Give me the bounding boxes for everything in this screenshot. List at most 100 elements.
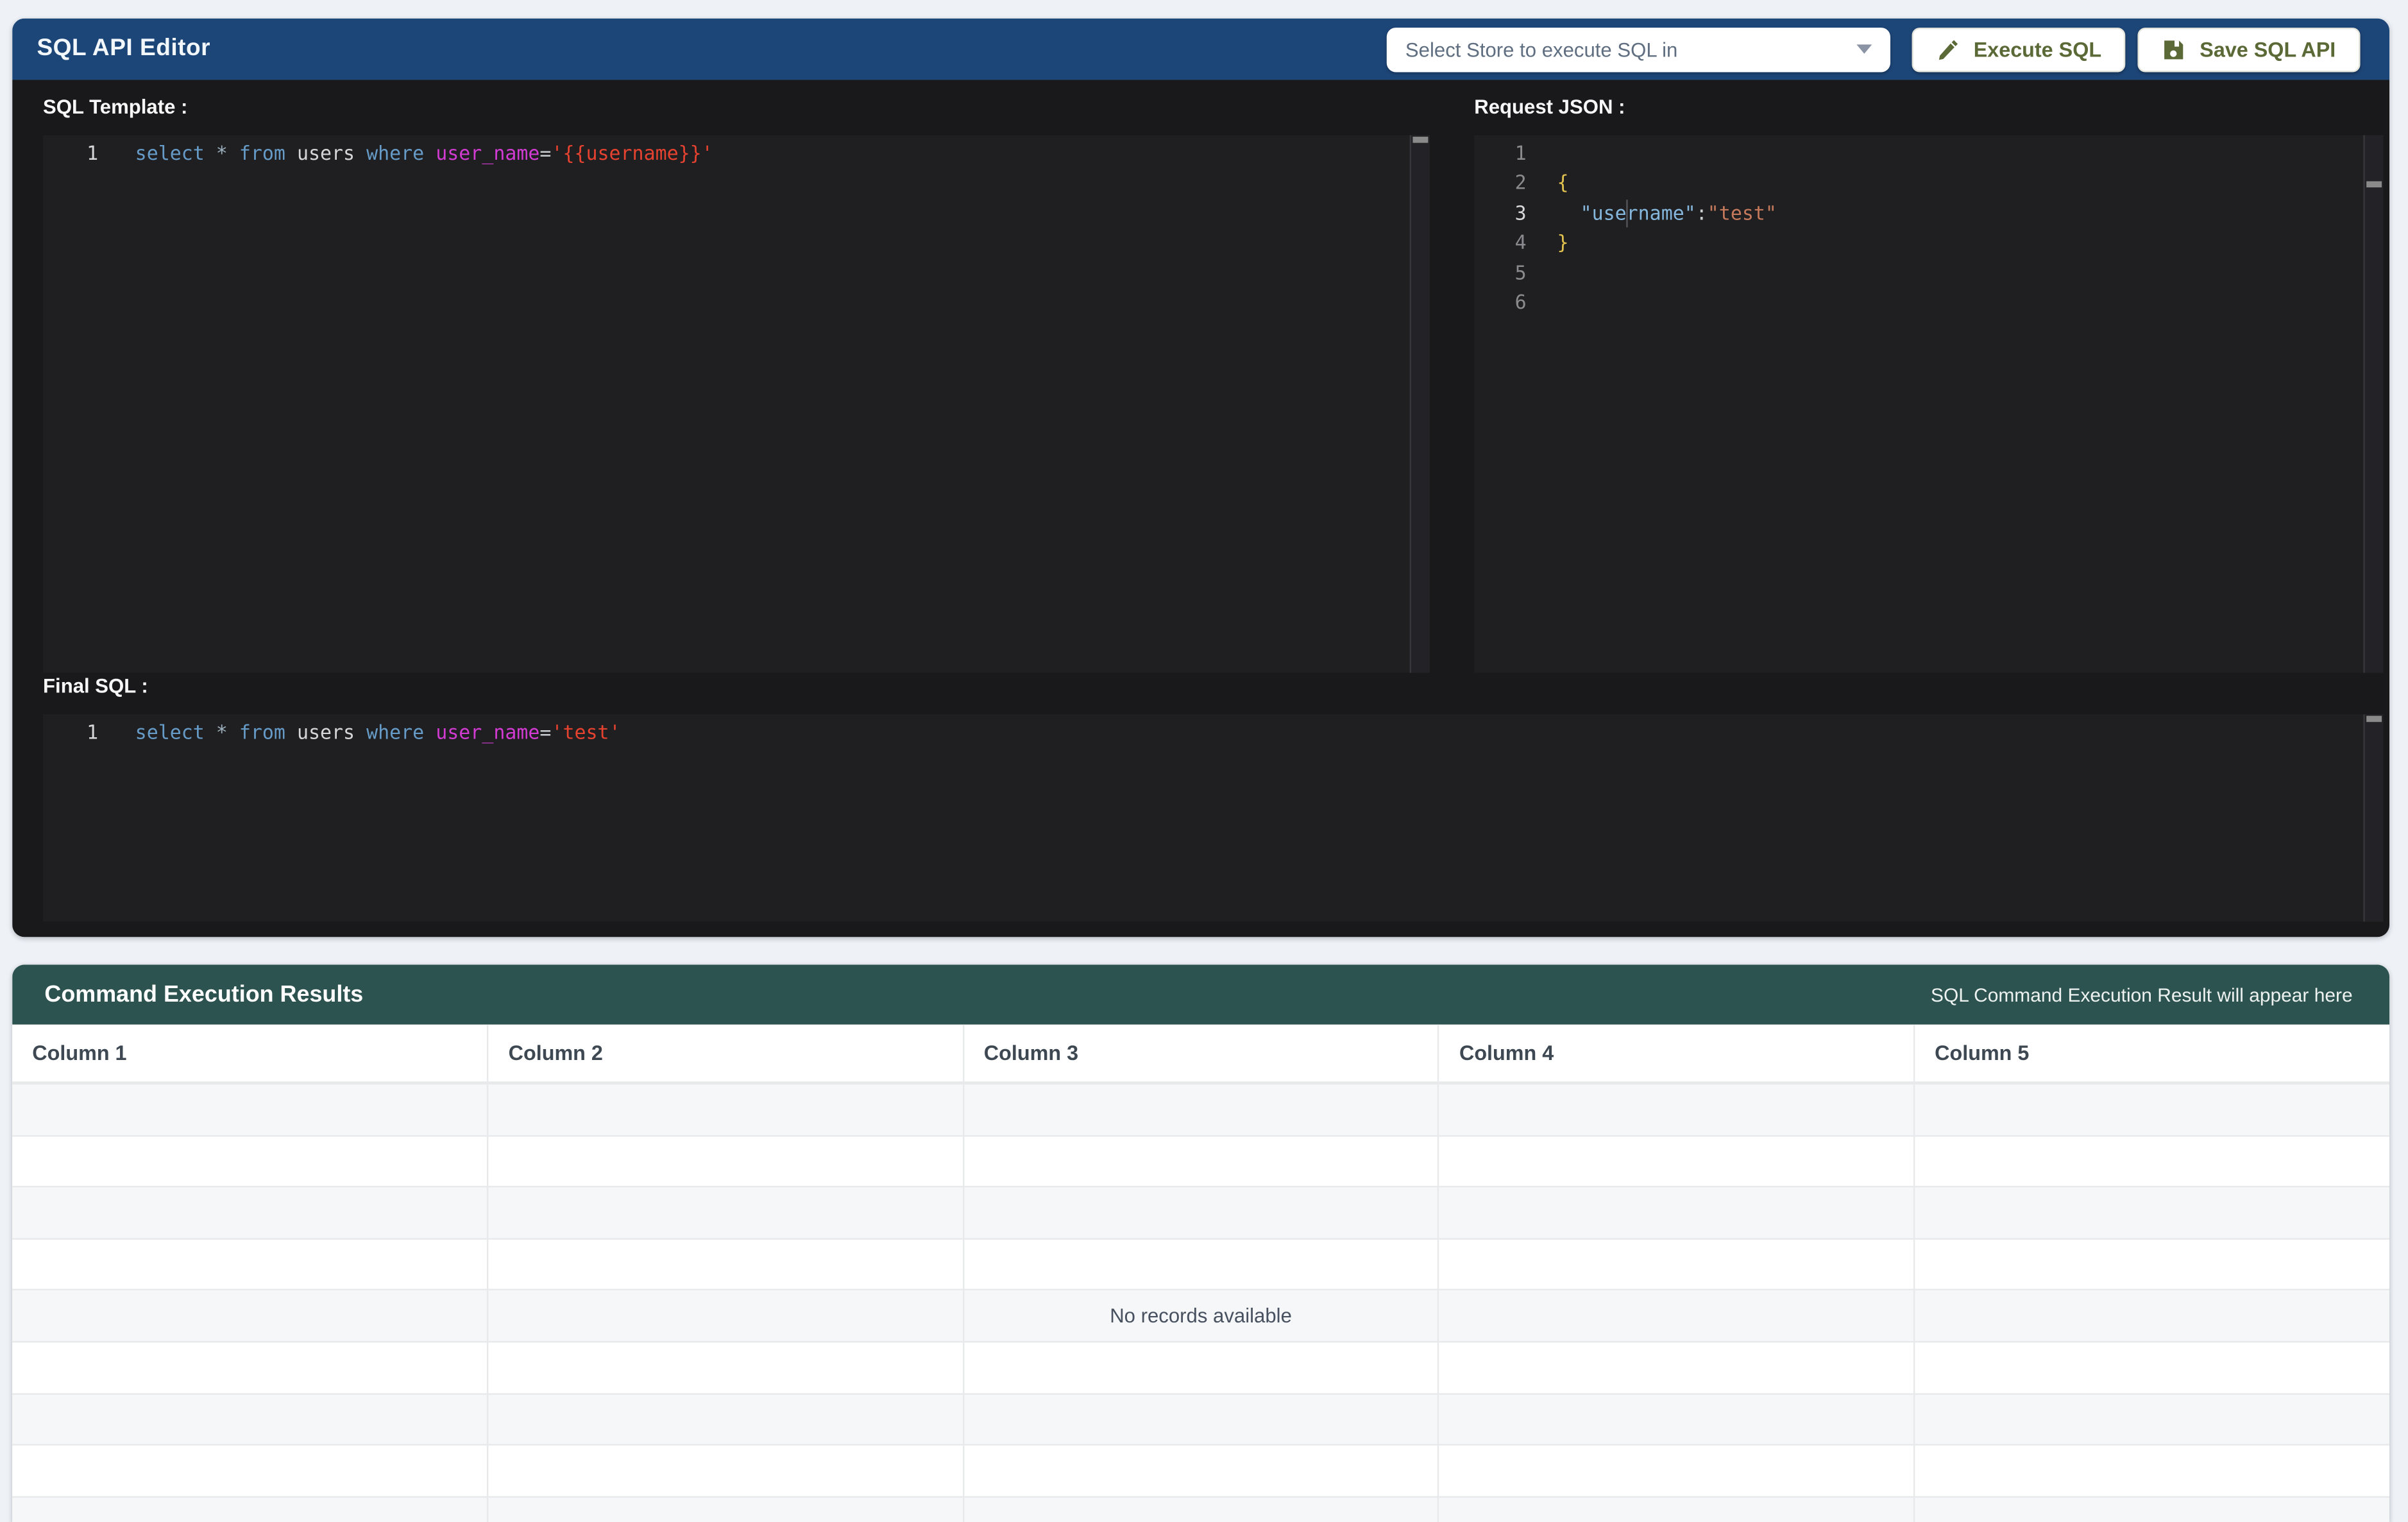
column-header: Column 4 — [1439, 1025, 1914, 1083]
request-json-label: Request JSON : — [1474, 97, 1625, 119]
table-cell — [963, 1187, 1438, 1238]
execute-sql-button[interactable]: Execute SQL — [1912, 27, 2126, 71]
table-cell — [963, 1083, 1438, 1136]
table-cell: No records available — [963, 1290, 1438, 1342]
results-header-row: Column 1Column 2Column 3Column 4Column 5 — [12, 1025, 2389, 1083]
line-number: 2 — [1474, 168, 1526, 198]
scrollbar-thumb[interactable] — [2366, 181, 2382, 187]
store-select-value: Select Store to execute SQL in — [1405, 38, 1845, 61]
table-cell — [1439, 1290, 1914, 1342]
save-sql-api-button[interactable]: Save SQL API — [2139, 27, 2361, 71]
column-header: Column 1 — [12, 1025, 488, 1083]
code-line — [1557, 287, 2364, 317]
results-hint: SQL Command Execution Result will appear… — [1931, 984, 2353, 1005]
code-token: "test" — [1708, 201, 1777, 224]
code-token: select — [135, 721, 205, 744]
table-cell — [963, 1342, 1438, 1393]
scrollbar-thumb[interactable] — [2366, 716, 2382, 723]
table-cell — [488, 1394, 963, 1445]
table-cell — [1439, 1496, 1914, 1522]
line-number: 1 — [1474, 138, 1526, 167]
code-token — [1557, 201, 1581, 224]
code-token: '{{username}}' — [551, 141, 713, 164]
scrollbar-track[interactable] — [1410, 135, 1430, 673]
results-title: Command Execution Results — [44, 982, 363, 1008]
code-token: : — [1696, 201, 1708, 224]
table-cell — [963, 1135, 1438, 1186]
table-cell — [1439, 1187, 1914, 1238]
table-row — [12, 1083, 2389, 1136]
code-token — [228, 721, 239, 744]
code-token: users — [297, 721, 355, 744]
code-line: } — [1557, 228, 2364, 257]
table-cell — [1439, 1238, 1914, 1290]
code-token: * — [216, 721, 228, 744]
table-cell — [1914, 1083, 2389, 1136]
code-token — [424, 141, 436, 164]
table-cell — [963, 1238, 1438, 1290]
results-card: Command Execution Results SQL Command Ex… — [12, 964, 2389, 1522]
line-number: 6 — [1474, 287, 1526, 317]
code-token: { — [1557, 171, 1569, 194]
table-row — [12, 1445, 2389, 1496]
code-token: where — [366, 721, 424, 744]
code-token — [205, 141, 216, 164]
table-cell — [488, 1238, 963, 1290]
table-cell — [1439, 1445, 1914, 1496]
code-line: select * from users where user_name='{{u… — [135, 138, 1410, 167]
table-cell — [12, 1342, 488, 1393]
final-sql-gutter: 1 — [43, 714, 110, 921]
table-cell — [12, 1394, 488, 1445]
scrollbar-track[interactable] — [2363, 714, 2383, 921]
sql-template-editor[interactable]: 1 select * from users where user_name='{… — [43, 135, 1430, 673]
table-cell — [1439, 1135, 1914, 1186]
scrollbar-track[interactable] — [2363, 135, 2383, 673]
line-number: 1 — [43, 717, 98, 747]
line-number: 4 — [1474, 228, 1526, 257]
table-cell — [1914, 1342, 2389, 1393]
sql-api-editor-app: SQL API Editor Select Store to execute S… — [0, 0, 2408, 1522]
scrollbar-thumb[interactable] — [1412, 137, 1428, 143]
table-cell — [12, 1290, 488, 1342]
code-token: user_name — [436, 141, 539, 164]
table-row — [12, 1238, 2389, 1290]
table-cell — [1914, 1238, 2389, 1290]
code-token: = — [539, 141, 551, 164]
no-records-message: No records available — [964, 1304, 1438, 1328]
page-title: SQL API Editor — [37, 35, 210, 63]
code-token: 'test' — [551, 721, 620, 744]
line-number: 5 — [1474, 257, 1526, 287]
sql-template-gutter: 1 — [43, 135, 110, 673]
request-json-editor[interactable]: 1 2 3 4 5 6 { "username":"test" } — [1474, 135, 2383, 673]
code-token — [228, 141, 239, 164]
execute-sql-label: Execute SQL — [1974, 38, 2101, 61]
table-row — [12, 1187, 2389, 1238]
table-cell — [12, 1083, 488, 1136]
sql-template-code[interactable]: select * from users where user_name='{{u… — [110, 135, 1409, 673]
table-cell — [963, 1496, 1438, 1522]
column-header: Column 2 — [488, 1025, 963, 1083]
table-row: No records available — [12, 1290, 2389, 1342]
table-row — [12, 1496, 2389, 1522]
request-json-gutter: 1 2 3 4 5 6 — [1474, 135, 1536, 673]
code-token: } — [1557, 231, 1569, 254]
final-sql-editor[interactable]: 1 select * from users where user_name='t… — [43, 714, 2383, 921]
code-token — [285, 141, 297, 164]
results-header: Command Execution Results SQL Command Ex… — [12, 964, 2389, 1024]
table-cell — [488, 1496, 963, 1522]
save-icon — [2163, 38, 2186, 61]
table-row — [12, 1342, 2389, 1393]
code-token: * — [216, 141, 228, 164]
code-token: from — [239, 141, 285, 164]
code-token — [205, 721, 216, 744]
request-json-code[interactable]: { "username":"test" } — [1536, 135, 2363, 673]
code-line: select * from users where user_name='tes… — [135, 717, 2364, 747]
code-token: user_name — [436, 721, 539, 744]
final-sql-code[interactable]: select * from users where user_name='tes… — [110, 714, 2363, 921]
table-cell — [12, 1445, 488, 1496]
table-cell — [488, 1083, 963, 1136]
column-header: Column 5 — [1914, 1025, 2389, 1083]
editor-panel: SQL Template : Request JSON : Final SQL … — [12, 80, 2389, 937]
table-cell — [1914, 1496, 2389, 1522]
store-select-dropdown[interactable]: Select Store to execute SQL in — [1387, 27, 1890, 71]
